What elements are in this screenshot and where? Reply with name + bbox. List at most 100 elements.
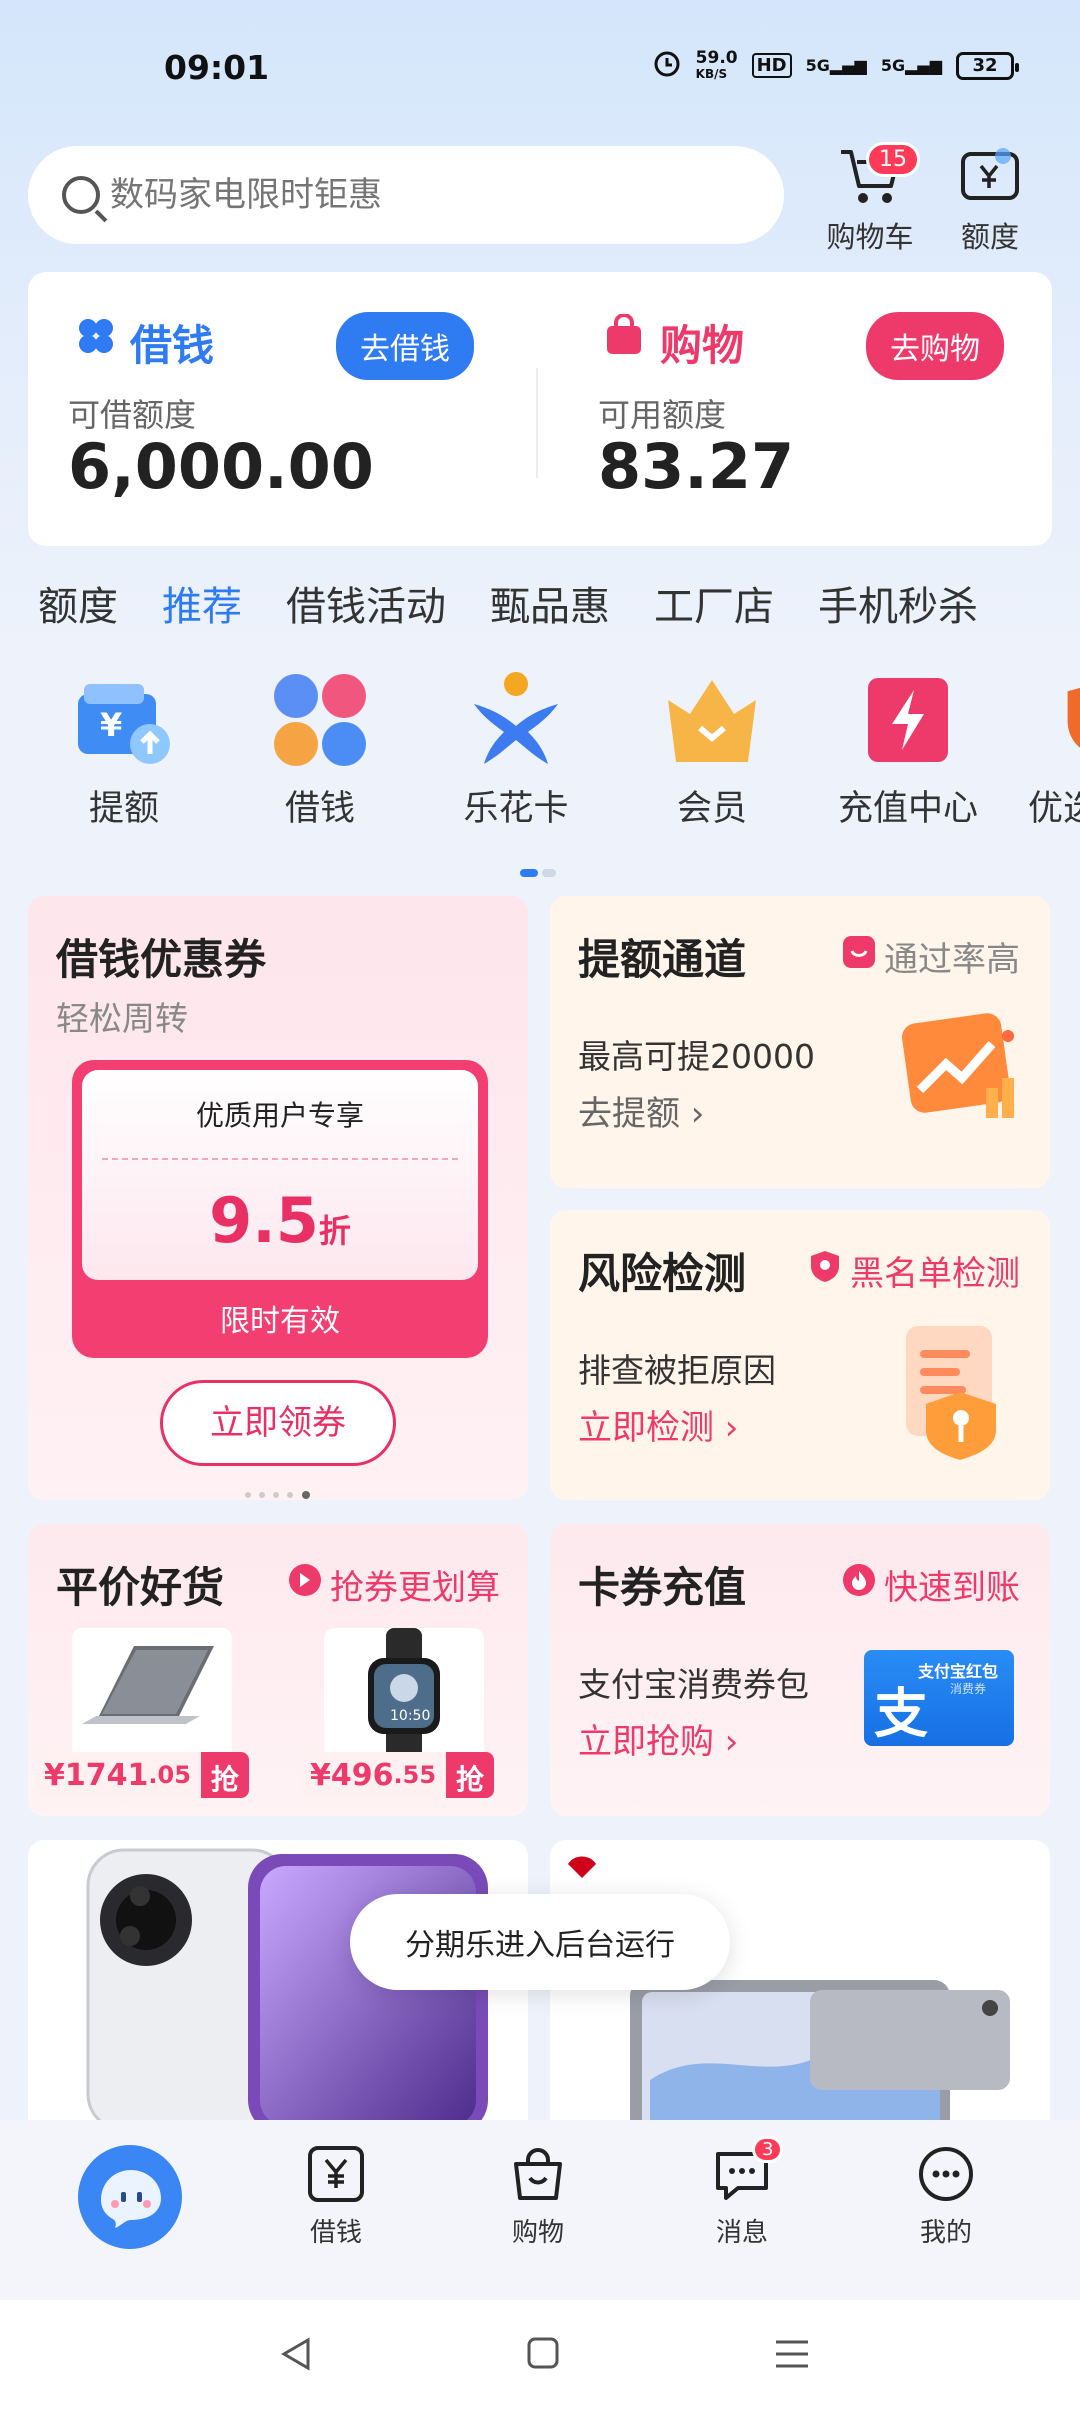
limit-tag: 通过率高 xyxy=(842,932,1020,981)
smartwatch-image[interactable]: 10:50 xyxy=(324,1628,484,1760)
coupon-subtitle: 轻松周转 xyxy=(56,999,188,1038)
hd-icon: HD xyxy=(751,53,792,78)
cart-badge: 15 xyxy=(866,142,920,177)
quick-raise-limit[interactable]: ¥ 提额 xyxy=(34,670,214,831)
coupon-ticket: 优质用户专享 9.5折 限时有效 xyxy=(72,1060,488,1358)
recents-icon[interactable] xyxy=(774,2338,810,2374)
goods-tag: 抢券更划算 xyxy=(288,1560,500,1609)
nav-messages[interactable]: 3 消息 xyxy=(682,2136,802,2249)
tab-phone-flash-sale[interactable]: 手机秒杀 xyxy=(796,574,1000,632)
mascot-icon xyxy=(78,2145,182,2249)
quota-button[interactable]: 额度 xyxy=(930,142,1050,256)
go-shop-button[interactable]: 去购物 xyxy=(866,312,1004,380)
price-tag-1[interactable]: ¥1741.05 抢 xyxy=(36,1752,249,1798)
quick-lehua-card[interactable]: 乐花卡 xyxy=(426,670,606,831)
limit-channel-card[interactable]: 提额通道 通过率高 最高可提20000 去提额 › xyxy=(550,896,1050,1188)
claim-coupon-button[interactable]: 立即领券 xyxy=(160,1380,396,1466)
star-person-icon xyxy=(466,670,566,770)
ticket-body: 优质用户专享 9.5折 xyxy=(82,1070,478,1280)
risk-tag: 黑名单检测 xyxy=(808,1246,1020,1295)
svg-text:10:50: 10:50 xyxy=(390,1708,430,1724)
recharge-title: 卡券充值 xyxy=(578,1563,747,1612)
coupon-title: 借钱优惠券 xyxy=(56,935,267,984)
risk-link[interactable]: 立即检测 › xyxy=(578,1400,738,1449)
cart-button[interactable]: 15 购物车 xyxy=(810,142,930,256)
shield-icon xyxy=(1058,670,1080,770)
ticket-footer: 限时有效 xyxy=(220,1304,340,1339)
limit-line1: 最高可提20000 xyxy=(578,1037,815,1076)
quick-icons: ¥ 提额 借钱 乐花卡 会员 充值中心 优选 xyxy=(0,670,1080,850)
svg-text:支: 支 xyxy=(874,1686,928,1738)
alipay-logo-icon: 支 xyxy=(874,1682,934,1745)
risk-title: 风险检测 xyxy=(578,1249,747,1298)
bottom-nav: 借钱 购物 3 消息 我的 xyxy=(0,2120,1080,2300)
quick-member[interactable]: 会员 xyxy=(622,670,802,831)
coupon-card[interactable]: 借钱优惠券 轻松周转 优质用户专享 9.5折 限时有效 立即领券 xyxy=(28,896,528,1500)
card-recharge-card[interactable]: 卡券充值 快速到账 支付宝消费券包 立即抢购 › 支付宝红包 消费券 支 xyxy=(550,1524,1050,1816)
net-speed: 59.0 KB/S xyxy=(695,47,738,81)
status-time: 09:01 xyxy=(164,48,270,87)
tab-borrow-activity[interactable]: 借钱活动 xyxy=(264,574,468,632)
goods-title: 平价好货 xyxy=(56,1563,225,1612)
recharge-link[interactable]: 立即抢购 › xyxy=(578,1714,738,1763)
ticket-perforation xyxy=(102,1158,458,1160)
category-tabs: 额度 推荐 借钱活动 甄品惠 工厂店 手机秒杀 xyxy=(0,568,1080,638)
flame-tag-icon xyxy=(842,1563,876,1606)
grab-badge: 抢 xyxy=(446,1752,495,1798)
huawei-logo-icon xyxy=(568,1856,596,1878)
nav-mascot[interactable] xyxy=(72,2142,188,2260)
quota-label: 额度 xyxy=(960,220,1019,254)
ticket-header: 优质用户专享 xyxy=(195,1099,364,1132)
smile-tag-icon xyxy=(842,935,876,978)
risk-check-card[interactable]: 风险检测 黑名单检测 排查被拒原因 立即检测 › xyxy=(550,1210,1050,1500)
tab-recommend[interactable]: 推荐 xyxy=(140,574,264,632)
summary-divider xyxy=(536,368,538,478)
messages-badge: 3 xyxy=(752,2136,784,2163)
tab-quota[interactable]: 额度 xyxy=(0,574,140,632)
coupon-page-dots xyxy=(244,1484,316,1500)
affordable-goods-card[interactable]: 平价好货 抢券更划算 10:50 ¥1741.05 抢 ¥496.55 抢 xyxy=(28,1524,528,1816)
limit-link[interactable]: 去提额 › xyxy=(578,1086,704,1135)
quick-recharge-center[interactable]: 充值中心 xyxy=(818,670,998,831)
tab-factory-store[interactable]: 工厂店 xyxy=(632,574,796,632)
price-tag-2[interactable]: ¥496.55 抢 xyxy=(302,1752,495,1798)
search-input[interactable] xyxy=(110,175,710,215)
signal-2-icon: 5G▂▄▆ xyxy=(880,56,942,75)
home-icon[interactable] xyxy=(526,2336,560,2374)
quick-borrow[interactable]: 借钱 xyxy=(230,670,410,831)
nav-shopping[interactable]: 购物 xyxy=(478,2144,598,2249)
system-nav-bar xyxy=(0,2300,1080,2412)
recharge-tag: 快速到账 xyxy=(842,1560,1020,1609)
shop-title: 购物 xyxy=(660,321,745,370)
crown-icon xyxy=(662,670,762,770)
document-key-icon xyxy=(890,1320,1020,1464)
go-borrow-button[interactable]: 去借钱 xyxy=(336,312,474,380)
signal-1-icon: 5G▂▄▆ xyxy=(805,56,867,75)
status-bar: 09:01 59.0 KB/S HD 5G▂▄▆ 5G▂▄▆ 32 xyxy=(0,0,1080,140)
lightning-icon xyxy=(858,670,958,770)
nav-me[interactable]: 我的 xyxy=(886,2144,1006,2249)
summary-card: 借钱 去借钱 可借额度 6,000.00 购物 去购物 可用额度 83.27 xyxy=(28,272,1052,546)
pointer-tag-icon xyxy=(288,1563,322,1606)
ticket-discount: 9.5折 xyxy=(209,1184,351,1257)
alarm-icon xyxy=(652,48,682,83)
status-icons: 59.0 KB/S HD 5G▂▄▆ 5G▂▄▆ 32 xyxy=(652,47,1019,83)
borrow-value: 6,000.00 xyxy=(68,430,374,503)
nav-borrow[interactable]: 借钱 xyxy=(276,2144,396,2249)
risk-line1: 排查被拒原因 xyxy=(578,1351,776,1390)
more-circle-icon xyxy=(919,2147,973,2201)
tab-premium-deals[interactable]: 甄品惠 xyxy=(468,574,632,632)
laptop-image[interactable] xyxy=(72,1628,232,1760)
wallet-up-icon: ¥ xyxy=(74,670,174,770)
quick-preferred[interactable]: 优选 xyxy=(1014,670,1080,831)
clover-icon xyxy=(76,316,116,360)
search-bar[interactable] xyxy=(28,146,784,244)
alipay-voucher-image: 支付宝红包 消费券 支 xyxy=(864,1650,1014,1746)
wallet-yen-icon xyxy=(961,148,1019,200)
shop-value: 83.27 xyxy=(598,430,795,503)
background-toast: 分期乐进入后台运行 xyxy=(350,1894,730,1990)
shopping-bag-icon xyxy=(604,313,644,360)
back-icon[interactable] xyxy=(278,2336,314,2376)
carousel-indicator xyxy=(520,862,556,877)
bag-icon xyxy=(514,2148,562,2200)
